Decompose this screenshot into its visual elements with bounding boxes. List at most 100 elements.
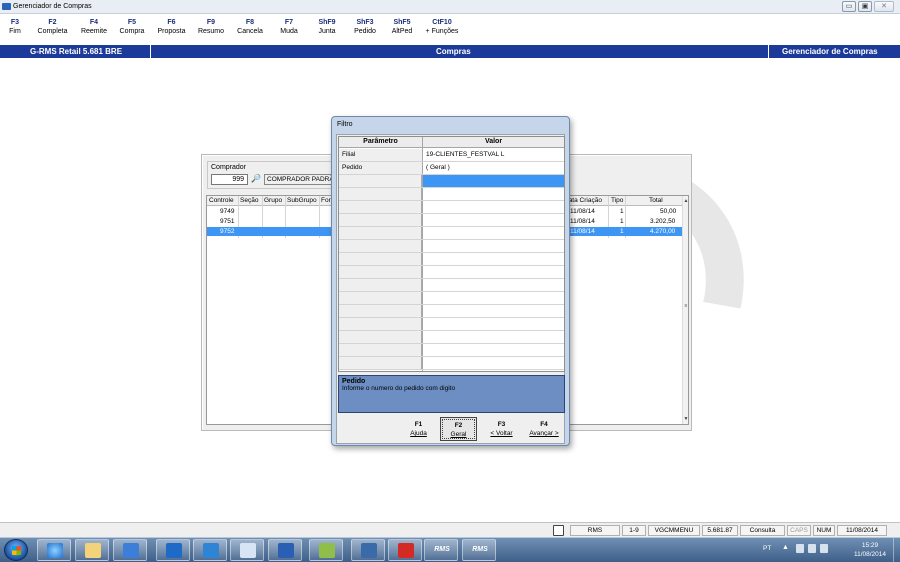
col-grupo[interactable]: Grupo	[264, 197, 282, 204]
system-tray: PT ▲ 15:29 11/08/2014	[715, 538, 900, 562]
toolbar-proposta[interactable]: F6 Proposta	[151, 16, 192, 42]
scroll-down-icon[interactable]: ▼	[683, 415, 688, 423]
taskbar-acrobat[interactable]	[388, 539, 422, 561]
toolbar-reemite[interactable]: F4 Reemite	[75, 16, 113, 42]
status-caps: CAPS	[787, 525, 811, 536]
col-subgrupo[interactable]: SubGrupo	[287, 197, 317, 204]
close-button[interactable]: ✕	[874, 1, 894, 12]
filter-row-empty	[339, 357, 564, 370]
col-controle[interactable]: Controle	[209, 197, 234, 204]
window-titlebar: Gerenciador de Compras ▭ ▣ ✕	[0, 0, 900, 14]
filter-table: Parâmetro Valor Filial 19-CLIENTES_FESTV…	[338, 136, 565, 372]
toolbar-muda[interactable]: F7 Muda	[270, 16, 308, 42]
dialog-title: Filtro	[337, 121, 353, 128]
toolbar-completa[interactable]: F2 Completa	[30, 16, 75, 42]
infinity-app-icon	[240, 543, 256, 558]
table-scrollbar[interactable]: ▲ ≡ ▼	[682, 196, 688, 424]
volume-icon[interactable]	[820, 544, 828, 553]
comprador-code-field[interactable]: 999	[211, 174, 248, 185]
filter-row-empty	[339, 292, 564, 305]
strip-product: G-RMS Retail 5.681 BRE	[30, 47, 123, 56]
filter-row-empty	[339, 240, 564, 253]
function-key-toolbar: F3 Fim F2 Completa F4 Reemite F5 Compra F6 Pr…	[0, 16, 900, 42]
taskbar-word[interactable]	[268, 539, 302, 561]
taskbar-explorer[interactable]	[75, 539, 109, 561]
strip-divider	[768, 45, 769, 58]
col-tipo[interactable]: Tipo	[611, 197, 623, 204]
taskbar-ie[interactable]	[37, 539, 71, 561]
scroll-grip-icon[interactable]: ≡	[683, 302, 688, 310]
minimize-button[interactable]: ▭	[842, 1, 856, 12]
show-desktop-button[interactable]	[893, 538, 900, 562]
tray-clock[interactable]: 15:29 11/08/2014	[848, 541, 892, 559]
outlook-icon	[166, 543, 182, 558]
tray-time: 15:29	[861, 542, 879, 549]
col-fornecedor[interactable]: For	[321, 197, 331, 204]
col-parametro: Parâmetro	[363, 138, 398, 145]
cell-data: 11/08/14	[570, 218, 595, 225]
binoculars-search-icon[interactable]: 🔎	[250, 174, 262, 185]
filter-row-empty	[339, 344, 564, 357]
cell-controle: 9749	[220, 208, 235, 215]
taskbar-media[interactable]	[113, 539, 147, 561]
help-text: Informe o numero do pedido com digito	[342, 385, 456, 392]
dialog-body: Parâmetro Valor Filial 19-CLIENTES_FESTV…	[336, 134, 565, 444]
help-title: Pedido	[342, 378, 366, 385]
maximize-button[interactable]: ▣	[858, 1, 872, 12]
toolbar-fim[interactable]: F3 Fim	[0, 16, 30, 42]
taskbar-installer[interactable]	[309, 539, 343, 561]
toolbar-cancela[interactable]: F8 Cancela	[230, 16, 270, 42]
strip-divider	[150, 45, 151, 58]
language-indicator[interactable]: PT	[763, 545, 771, 552]
taskbar-app[interactable]	[230, 539, 264, 561]
scroll-up-icon[interactable]: ▲	[683, 197, 688, 205]
geral-button[interactable]: F2 Geral	[440, 417, 477, 441]
ajuda-button[interactable]: F1 Ajuda	[400, 417, 437, 441]
taskbar-outlook[interactable]	[156, 539, 190, 561]
folder-icon	[85, 543, 101, 558]
toolbar-junta[interactable]: ShF9 Junta	[308, 16, 346, 42]
taskbar-rms-2[interactable]: RMS	[462, 539, 496, 561]
param-value-editor[interactable]	[423, 175, 564, 187]
filter-row-active[interactable]	[339, 175, 564, 188]
col-secao[interactable]: Seção	[240, 197, 258, 204]
cell-tipo: 1	[620, 218, 624, 225]
network-icon	[361, 543, 377, 558]
toolbar-altped[interactable]: ShF5 AltPed	[384, 16, 420, 42]
strip-module: Compras	[436, 47, 471, 56]
windows-flag-icon	[12, 546, 21, 555]
filter-row-pedido[interactable]: Pedido ( Geral )	[339, 162, 564, 175]
filter-table-header: Parâmetro Valor	[339, 137, 564, 148]
tray-expand-icon[interactable]: ▲	[782, 544, 789, 551]
tray-date: 11/08/2014	[853, 551, 887, 558]
voltar-button[interactable]: F3 < Voltar	[483, 417, 520, 441]
toolbar-resumo[interactable]: F9 Resumo	[192, 16, 230, 42]
cell-controle: 9751	[220, 218, 235, 225]
filter-row-filial[interactable]: Filial 19-CLIENTES_FESTVAL L	[339, 149, 564, 162]
param-value[interactable]: ( Geral )	[423, 162, 564, 174]
start-button[interactable]	[4, 539, 28, 561]
filter-row-empty	[339, 305, 564, 318]
toolbar-pedido[interactable]: ShF3 Pedido	[346, 16, 384, 42]
filtro-dialog: Filtro Parâmetro Valor Filial 19-CLIENTE…	[331, 116, 570, 446]
param-value[interactable]: 19-CLIENTES_FESTVAL L	[423, 149, 564, 161]
filter-row-empty	[339, 318, 564, 331]
cell-tipo: 1	[620, 228, 624, 235]
help-panel: Pedido Informe o numero do pedido com di…	[338, 375, 565, 413]
cell-controle: 9752	[220, 228, 235, 235]
taskbar-rms-1[interactable]: RMS	[424, 539, 458, 561]
taskbar-network[interactable]	[351, 539, 385, 561]
toolbar-compra[interactable]: F5 Compra	[113, 16, 151, 42]
filter-row-empty	[339, 201, 564, 214]
rms-icon: RMS	[434, 546, 450, 553]
app-icon	[2, 3, 11, 10]
avancar-button[interactable]: F4 Avançar >	[523, 417, 565, 441]
status-date: 11/08/2014	[837, 525, 887, 536]
internet-explorer-icon	[47, 543, 63, 558]
col-valor: Valor	[484, 138, 503, 145]
flag-icon[interactable]	[796, 544, 804, 553]
network-tray-icon[interactable]	[808, 544, 816, 553]
toolbar-mais-funcoes[interactable]: CtF10 + Funções	[420, 16, 464, 42]
taskbar-lync[interactable]	[193, 539, 227, 561]
col-total[interactable]: Total	[649, 197, 663, 204]
